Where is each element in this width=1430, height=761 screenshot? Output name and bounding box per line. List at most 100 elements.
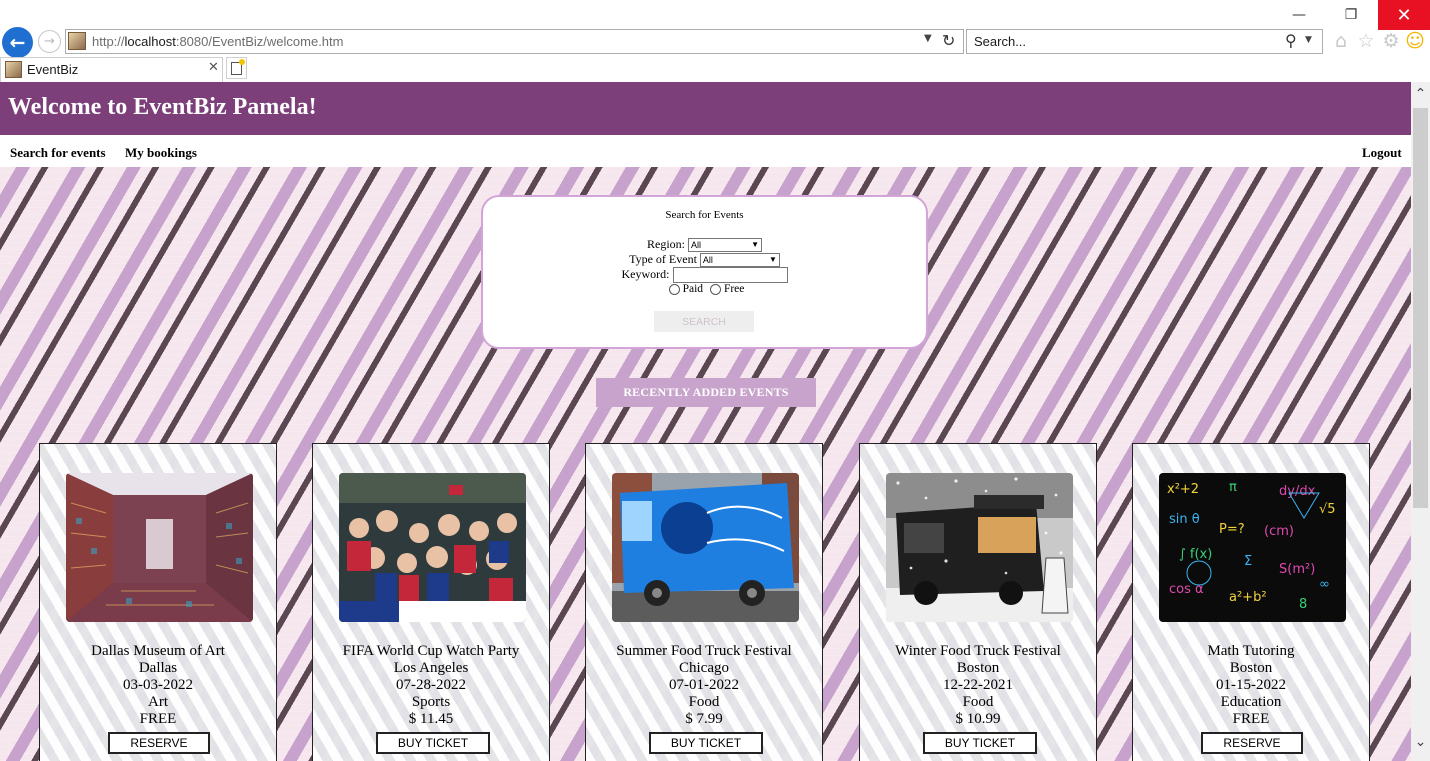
svg-text:√5: √5 (1319, 502, 1336, 517)
svg-text:∫ f(x): ∫ f(x) (1179, 547, 1212, 562)
price-filter-row: Paid Free (483, 283, 926, 295)
event-name: FIFA World Cup Watch Party (342, 643, 520, 659)
svg-text:sin θ: sin θ (1169, 512, 1200, 527)
keyword-input[interactable] (672, 267, 788, 284)
event-category: Sports (411, 694, 451, 710)
event-card: Dallas Museum of Art Dallas 03-03-2022 A… (39, 443, 277, 761)
address-dropdown-icon[interactable]: ▼ (924, 33, 932, 44)
vertical-scrollbar[interactable]: ⌃ ⌄ (1411, 82, 1430, 761)
event-city: Chicago (679, 660, 729, 676)
event-date: 07-28-2022 (396, 677, 466, 693)
address-bar[interactable]: http://localhost:8080/EventBiz/welcome.h… (65, 29, 964, 54)
scroll-thumb[interactable] (1413, 108, 1428, 508)
event-price: $ 11.45 (408, 711, 454, 727)
event-card: x²+2 π dy/dx √5 sin θ P=? (cm) ∫ f(x) Σ … (1132, 443, 1370, 761)
scroll-up-icon[interactable]: ⌃ (1411, 86, 1430, 104)
event-date: 03-03-2022 (123, 677, 193, 693)
svg-text:∞: ∞ (1319, 577, 1330, 592)
address-url[interactable]: http://localhost:8080/EventBiz/welcome.h… (92, 34, 343, 49)
nav-logout[interactable]: Logout (1362, 145, 1402, 161)
keyword-label: Keyword: (621, 267, 670, 281)
home-icon[interactable]: ⌂ (1330, 30, 1352, 52)
svg-text:Σ: Σ (1244, 554, 1252, 569)
buy-ticket-button[interactable]: BUY TICKET (376, 732, 490, 754)
site-favicon-icon (68, 32, 86, 50)
nav-my-bookings[interactable]: My bookings (125, 145, 197, 161)
browser-tab-eventbiz[interactable]: EventBiz ✕ (0, 57, 223, 82)
gear-icon[interactable]: ⚙ (1380, 30, 1402, 52)
region-row: Region: All ▼ (483, 237, 926, 253)
tab-favicon-icon (5, 61, 22, 78)
event-name: Winter Food Truck Festival (895, 643, 1061, 659)
event-city: Dallas (138, 660, 178, 676)
event-name: Dallas Museum of Art (91, 643, 225, 659)
buy-ticket-button[interactable]: BUY TICKET (923, 732, 1037, 754)
svg-text:(cm): (cm) (1264, 524, 1294, 539)
scroll-down-icon[interactable]: ⌄ (1411, 734, 1430, 752)
site-nav: Search for events My bookings Logout (0, 135, 1411, 167)
restore-button[interactable]: ❐ (1328, 0, 1374, 30)
svg-text:cos α: cos α (1169, 582, 1204, 597)
refresh-icon[interactable]: ↻ (942, 31, 955, 50)
svg-text:π: π (1229, 480, 1237, 495)
chevron-down-icon: ▼ (768, 255, 777, 265)
minimize-button[interactable]: — (1276, 0, 1322, 30)
search-icon[interactable]: ⚲ (1285, 31, 1297, 50)
svg-text:a²+b²: a²+b² (1229, 590, 1267, 605)
event-date: 07-01-2022 (669, 677, 739, 693)
browser-chrome: — ❐ ✕ ← → http://localhost:8080/EventBiz… (0, 0, 1430, 82)
region-select[interactable]: All ▼ (688, 238, 762, 253)
event-image: x²+2 π dy/dx √5 sin θ P=? (cm) ∫ f(x) Σ … (1159, 473, 1346, 622)
event-price: $ 10.99 (955, 711, 1001, 727)
svg-text:dy/dx: dy/dx (1279, 484, 1316, 499)
event-city: Boston (1229, 660, 1273, 676)
web-page: Welcome to EventBiz Pamela! Search for e… (0, 82, 1411, 761)
browser-search-box[interactable]: Search... ⚲ ▼ (966, 29, 1323, 54)
search-button[interactable]: SEARCH (654, 311, 754, 332)
close-button[interactable]: ✕ (1378, 0, 1430, 30)
event-price: FREE (1232, 711, 1270, 727)
free-label: Free (723, 283, 745, 295)
new-tab-button[interactable] (226, 57, 247, 79)
event-city: Los Angeles (393, 660, 469, 676)
event-card: FIFA World Cup Watch Party Los Angeles 0… (312, 443, 550, 761)
type-select[interactable]: All ▼ (699, 253, 780, 268)
event-category: Food (688, 694, 720, 710)
event-date: 12-22-2021 (943, 677, 1013, 693)
buy-ticket-button[interactable]: BUY TICKET (649, 732, 763, 754)
search-panel-title: Search for Events (665, 209, 744, 221)
event-category: Education (1220, 694, 1282, 710)
tab-close-icon[interactable]: ✕ (208, 60, 219, 75)
forward-arrow-icon[interactable]: → (38, 30, 61, 53)
free-radio[interactable] (709, 283, 721, 295)
event-card: Summer Food Truck Festival Chicago 07-01… (585, 443, 823, 761)
svg-text:x²+2: x²+2 (1167, 482, 1199, 497)
event-date: 01-15-2022 (1216, 677, 1286, 693)
event-image (339, 473, 526, 622)
event-name: Summer Food Truck Festival (616, 643, 792, 659)
content-area: Search for Events Region: All ▼ Type of E… (0, 167, 1411, 761)
reserve-button[interactable]: RESERVE (108, 732, 210, 754)
search-dropdown-icon[interactable]: ▼ (1305, 35, 1312, 45)
keyword-row: Keyword: (483, 267, 926, 284)
type-row: Type of Event All ▼ (483, 252, 926, 268)
smiley-icon[interactable]: ☺ (1404, 30, 1426, 52)
type-label: Type of Event (629, 252, 697, 266)
region-label: Region: (647, 237, 685, 251)
svg-text:8: 8 (1299, 597, 1307, 612)
back-arrow-icon[interactable]: ← (2, 27, 33, 58)
recently-added-banner: RECENTLY ADDED EVENTS (596, 378, 816, 407)
paid-radio[interactable] (668, 283, 680, 295)
event-image (886, 473, 1073, 622)
paid-label: Paid (682, 283, 704, 295)
reserve-button[interactable]: RESERVE (1201, 732, 1303, 754)
event-name: Math Tutoring (1207, 643, 1295, 659)
event-price: $ 7.99 (685, 711, 723, 727)
new-tab-icon (231, 58, 245, 75)
event-price: FREE (139, 711, 177, 727)
event-image (66, 473, 253, 622)
event-card: Winter Food Truck Festival Boston 12-22-… (859, 443, 1097, 761)
star-icon[interactable]: ☆ (1355, 30, 1377, 52)
search-panel: Search for Events Region: All ▼ Type of E… (481, 195, 928, 349)
nav-search-events[interactable]: Search for events (10, 145, 106, 161)
